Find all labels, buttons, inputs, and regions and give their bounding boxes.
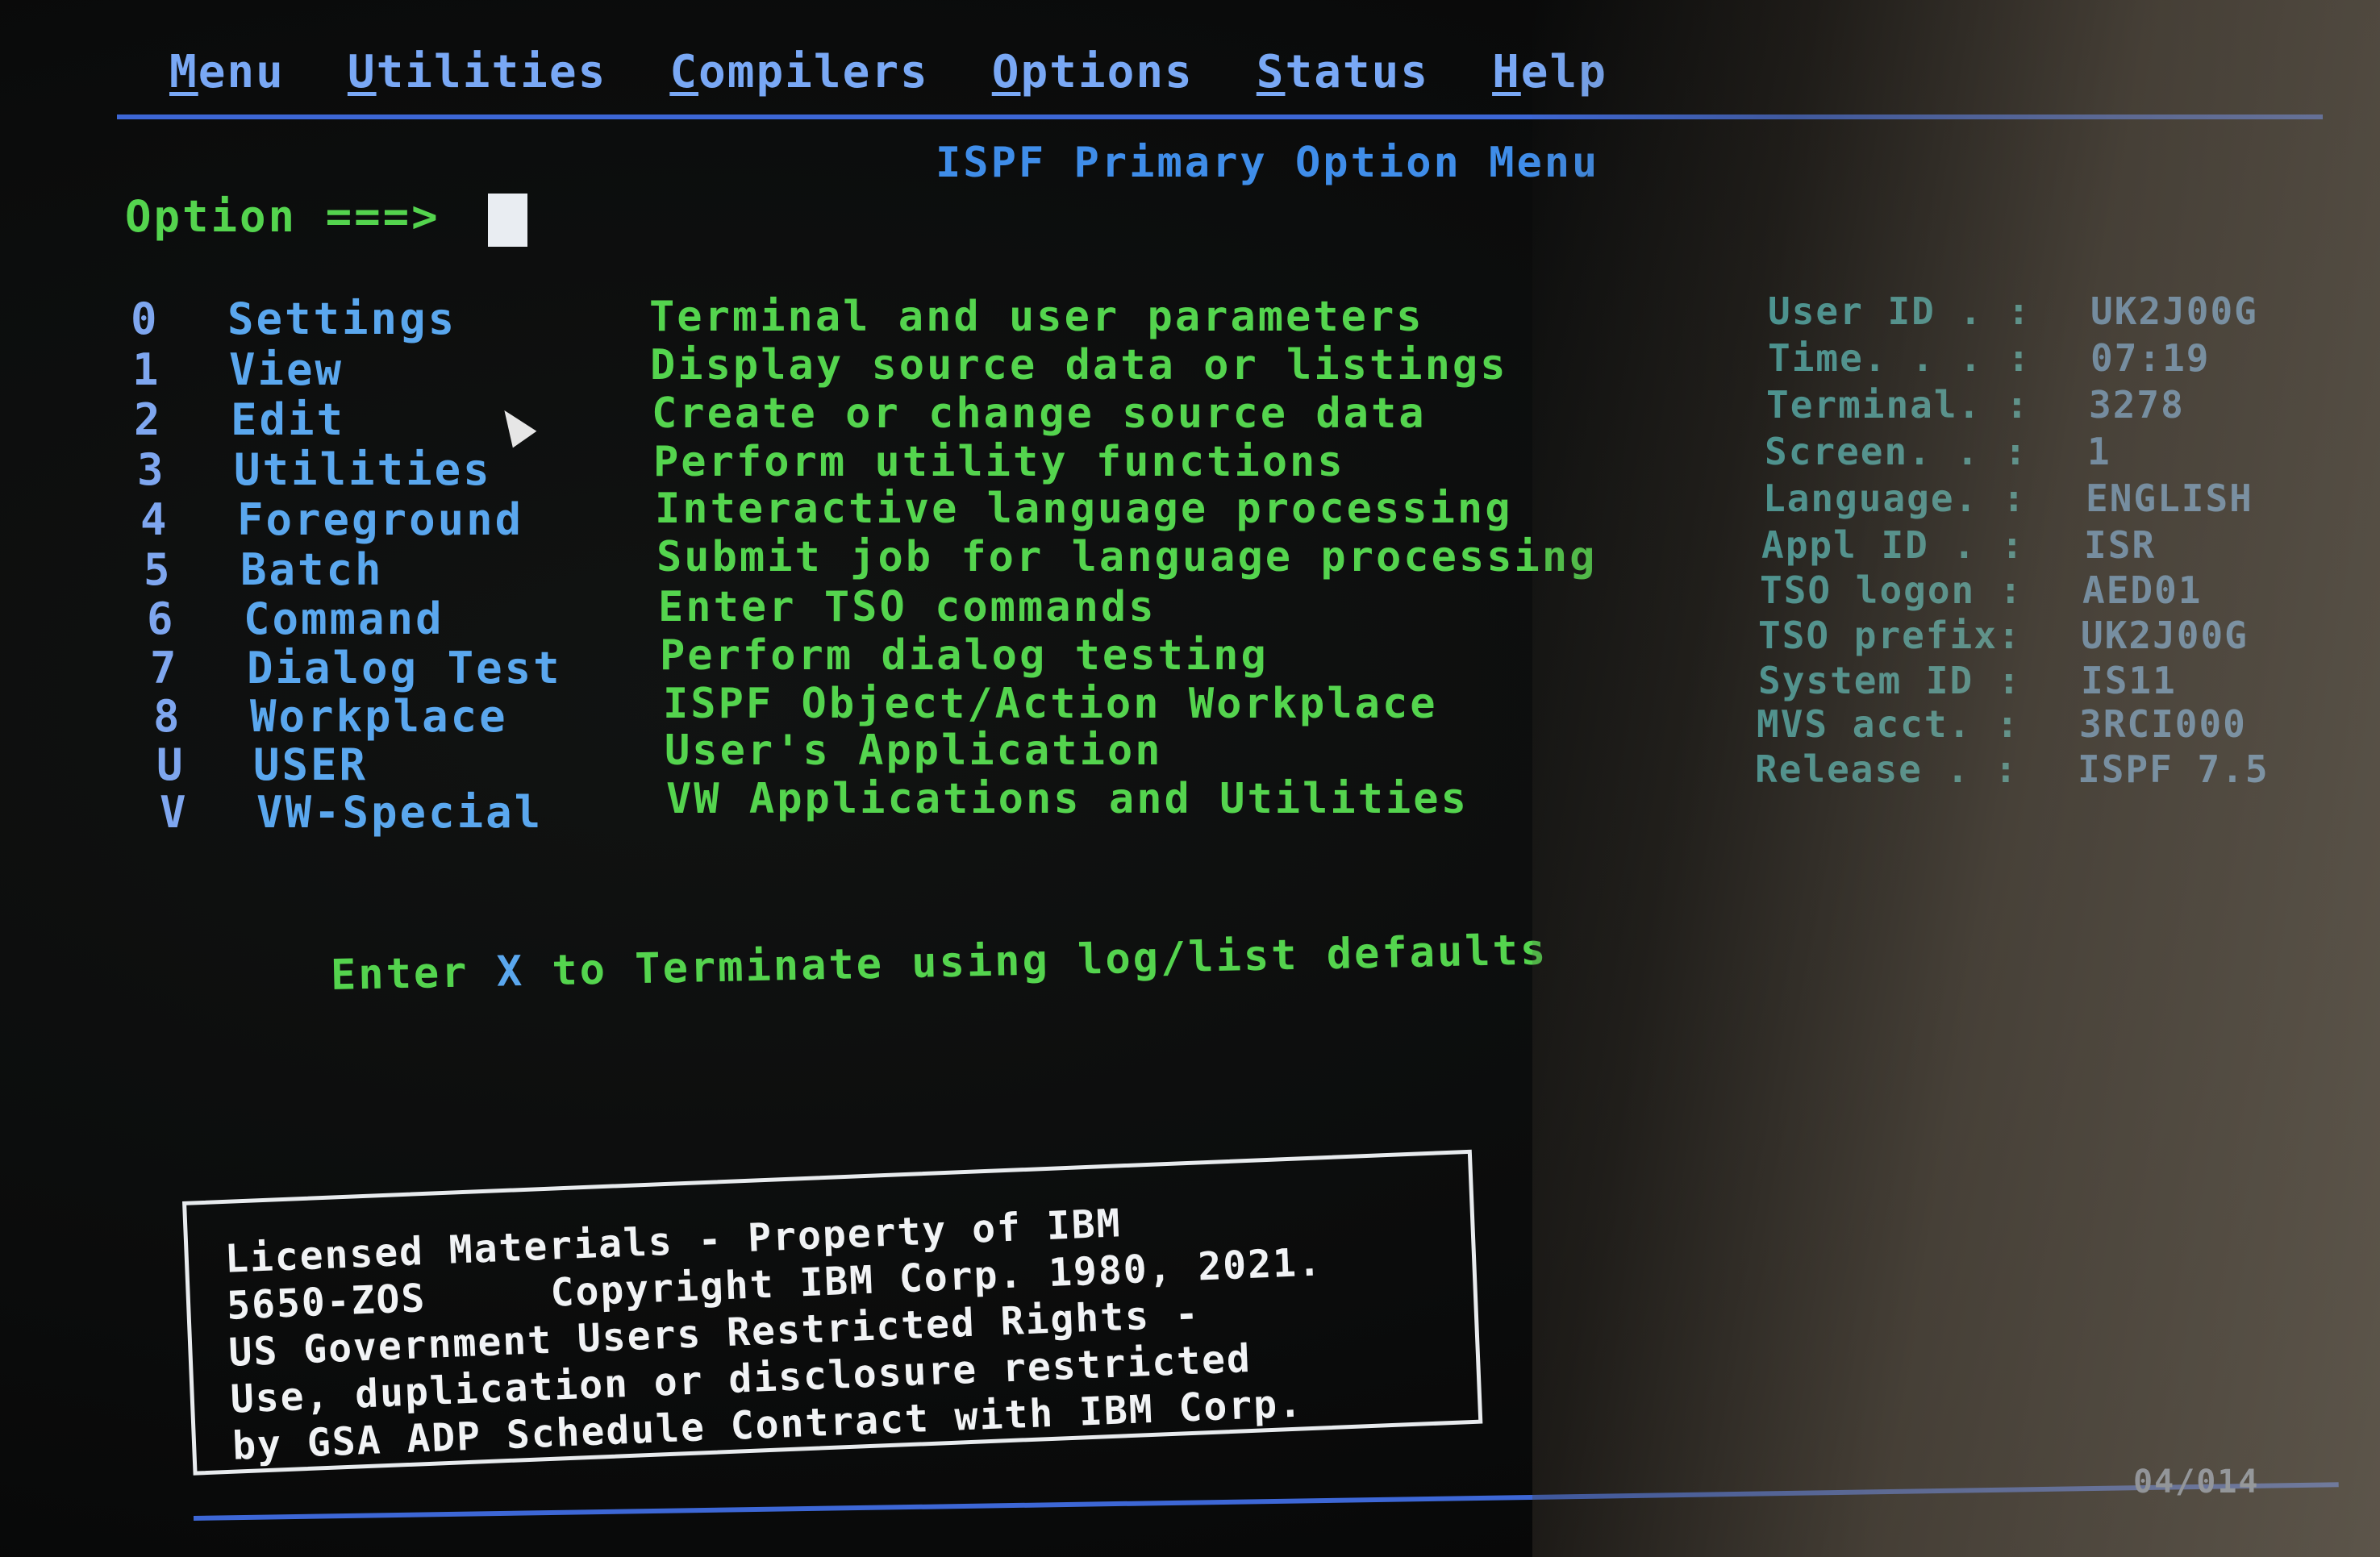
screen-position-indicator: 04/014 [2133, 1463, 2260, 1501]
option-row-view[interactable]: 1 View [132, 345, 344, 395]
option-row-edit[interactable]: 2 Edit [134, 395, 345, 445]
option-desc-vw-special: VW Applications and Utilities [666, 775, 1469, 823]
info-value: ISR [2084, 523, 2157, 567]
option-key: 0 [131, 293, 160, 344]
info-release: Release . : ISPF 7.5 [1755, 747, 2270, 792]
option-row-vw-special[interactable]: V VW-Special [160, 788, 543, 838]
info-tso-prefix: TSO prefix: UK2J00G [1758, 613, 2249, 658]
option-key: 5 [144, 544, 173, 595]
option-key: 2 [134, 394, 163, 445]
option-command-input[interactable] [488, 194, 527, 247]
info-label: Time. . . : [1768, 336, 2032, 380]
option-row-user[interactable]: U USER [156, 740, 368, 790]
info-value: UK2J00G [2081, 614, 2249, 657]
option-key: 1 [132, 344, 161, 395]
option-desc-utilities: Perform utility functions [653, 438, 1345, 486]
option-desc-command: Enter TSO commands [658, 583, 1157, 631]
menu-item-status[interactable]: Status [1257, 32, 1429, 113]
option-desc-user: User's Application [665, 726, 1163, 775]
option-desc-foreground: Interactive language processing [655, 485, 1513, 533]
info-time: Time. . . : 07:19 [1768, 335, 2210, 381]
pointer-icon [492, 402, 537, 448]
menu-item-compilers[interactable]: Compilers [669, 32, 928, 113]
info-label: Release . : [1755, 747, 2019, 791]
option-desc-batch: Submit job for language processing [656, 533, 1598, 581]
bottom-divider [193, 1482, 2339, 1521]
info-value: UK2J00G [2090, 289, 2258, 333]
info-value: AED01 [2082, 568, 2203, 612]
option-key: 3 [137, 444, 166, 495]
info-label: Language. : [1763, 477, 2027, 520]
info-label: System ID : [1758, 659, 2022, 702]
info-label: User ID . : [1768, 289, 2032, 333]
info-language: Language. : ENGLISH [1763, 476, 2253, 521]
info-appl-id: Appl ID . : ISR [1761, 522, 2156, 568]
info-value: ENGLISH [2086, 477, 2253, 520]
option-name: Utilities [234, 444, 492, 495]
option-desc-dialog-test: Perform dialog testing [660, 631, 1269, 680]
option-name: Command [244, 593, 444, 644]
info-value: ISPF 7.5 [2078, 747, 2270, 791]
info-terminal: Terminal. : 3278 [1766, 382, 2185, 427]
ispf-terminal-screen: Menu Utilities Compilers Options Status … [0, 0, 2380, 1557]
menu-item-options[interactable]: Options [992, 32, 1194, 113]
option-desc-view: Display source data or listings [650, 341, 1508, 389]
license-notice-box: Licensed Materials - Property of IBM 565… [182, 1149, 1483, 1476]
option-name: Foreground [237, 494, 524, 545]
info-screen: Screen. . : 1 [1765, 429, 2111, 474]
menu-divider [117, 114, 2323, 119]
option-desc-workplace: ISPF Object/Action Workplace [663, 680, 1438, 728]
option-row-foreground[interactable]: 4 Foreground [140, 495, 523, 545]
info-label: MVS acct. : [1757, 702, 2020, 746]
option-key: 8 [153, 691, 182, 742]
option-desc-settings: Terminal and user parameters [649, 293, 1424, 341]
menu-item-help[interactable]: Help [1492, 32, 1607, 113]
menu-item-menu[interactable]: Menu [169, 32, 285, 113]
option-name: Workplace [250, 691, 508, 742]
option-row-dialog-test[interactable]: 7 Dialog Test [150, 643, 562, 693]
menu-item-utilities[interactable]: Utilities [348, 32, 606, 113]
info-label: Screen. . : [1765, 430, 2028, 473]
option-row-utilities[interactable]: 3 Utilities [137, 445, 492, 495]
option-row-settings[interactable]: 0 Settings [131, 294, 456, 344]
info-user-id: User ID . : UK2J00G [1768, 289, 2258, 334]
info-value: 3RCI000 [2079, 702, 2247, 746]
info-value: 07:19 [2090, 336, 2211, 380]
option-name: USER [253, 739, 369, 790]
option-key: 7 [150, 643, 179, 693]
option-name: Edit [231, 394, 346, 445]
option-name: Dialog Test [247, 643, 562, 693]
option-name: Settings [227, 293, 457, 344]
terminate-instruction: Enter X to Terminate using log/list defa… [330, 926, 1548, 1000]
option-label: Option ===> [125, 191, 440, 242]
info-label: TSO prefix: [1758, 614, 2022, 657]
option-row-command[interactable]: 6 Command [147, 594, 444, 644]
option-name: Batch [240, 544, 384, 595]
info-mvs-acct: MVS acct. : 3RCI000 [1757, 701, 2247, 747]
option-key: V [160, 787, 189, 838]
option-name: VW-Special [256, 787, 544, 838]
option-key: U [156, 739, 185, 790]
info-label: Appl ID . : [1761, 523, 2025, 567]
info-value: IS11 [2081, 659, 2177, 702]
info-tso-logon: TSO logon : AED01 [1760, 568, 2202, 613]
panel-title: ISPF Primary Option Menu [936, 139, 1600, 187]
menu-bar: Menu Utilities Compilers Options Status … [169, 32, 1607, 113]
info-value: 1 [2087, 430, 2111, 473]
option-key: 4 [140, 494, 169, 545]
terminate-key: X [496, 947, 525, 997]
option-desc-edit: Create or change source data [652, 389, 1427, 438]
option-row-workplace[interactable]: 8 Workplace [153, 692, 508, 742]
option-name: View [229, 344, 344, 395]
option-row-batch[interactable]: 5 Batch [144, 545, 384, 595]
info-value: 3278 [2089, 383, 2185, 427]
option-key: 6 [147, 593, 176, 644]
info-label: TSO logon : [1760, 568, 2024, 612]
info-system-id: System ID : IS11 [1758, 658, 2177, 703]
info-label: Terminal. : [1766, 383, 2030, 427]
